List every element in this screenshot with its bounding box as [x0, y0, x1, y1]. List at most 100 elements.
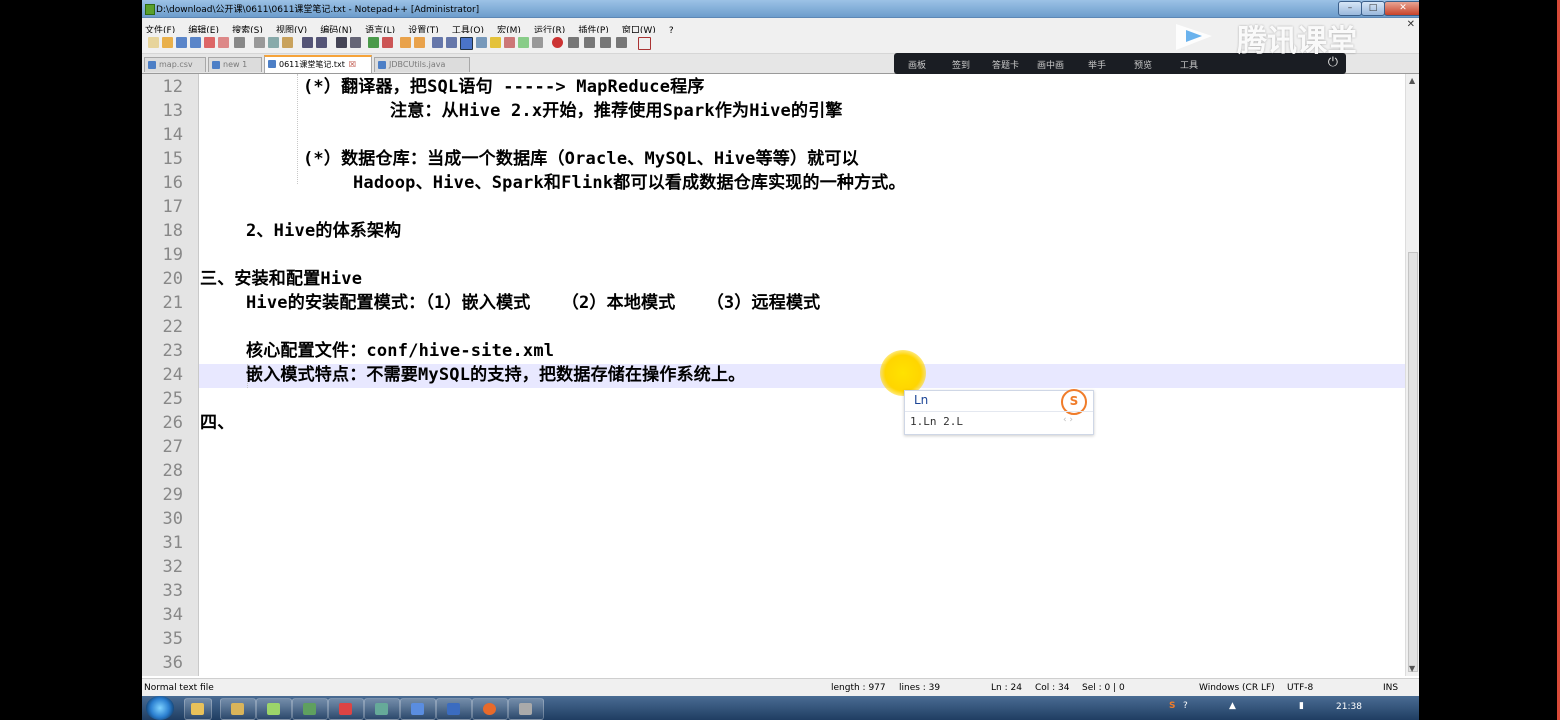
code-line: 注意：从Hive 2.x开始，推荐使用Spark作为Hive的引擎: [390, 101, 843, 121]
copy-icon[interactable]: [268, 37, 279, 48]
spell-check-icon[interactable]: [638, 37, 651, 50]
line-number: 30: [162, 509, 183, 529]
taskbar-explorer-icon[interactable]: [184, 698, 212, 720]
taskbar-app-red-icon[interactable]: [328, 698, 364, 720]
title-bar[interactable]: D:\download\公开课\0611\0611课堂笔记.txt - Note…: [142, 0, 1419, 18]
close-all-icon[interactable]: [218, 37, 229, 48]
close-button[interactable]: ✕: [1384, 1, 1419, 16]
code-line: (*）翻译器，把SQL语句 -----> MapReduce程序: [303, 77, 705, 97]
sync-vertical-icon[interactable]: [400, 37, 411, 48]
overlay-raise-hand[interactable]: 举手: [1088, 58, 1106, 71]
overlay-whiteboard[interactable]: 画板: [908, 58, 926, 71]
overlay-checkin[interactable]: 签到: [952, 58, 970, 71]
taskbar-network-icon[interactable]: [364, 698, 400, 720]
taskbar-app-blue-icon[interactable]: [436, 698, 472, 720]
network-tray-icon[interactable]: ▮: [1299, 701, 1304, 711]
code-line: 核心配置文件：conf/hive-site.xml: [246, 341, 555, 361]
status-insert-mode[interactable]: INS: [1383, 683, 1398, 693]
play-macro-icon[interactable]: [584, 37, 595, 48]
tab-new-1[interactable]: new 1: [208, 57, 262, 72]
doc-map-icon[interactable]: [490, 37, 501, 48]
status-eol[interactable]: Windows (CR LF): [1199, 683, 1275, 693]
zoom-out-icon[interactable]: [382, 37, 393, 48]
tab-0611-notes[interactable]: 0611课堂笔记.txt ☒: [264, 55, 372, 73]
status-bar: Normal text file length : 977 lines : 39…: [142, 678, 1419, 697]
status-column: Col : 34: [1035, 683, 1070, 693]
text-editor[interactable]: (*）翻译器，把SQL语句 -----> MapReduce程序 注意：从Hiv…: [199, 74, 1405, 676]
maximize-button[interactable]: □: [1361, 1, 1385, 16]
taskbar-terminal-icon[interactable]: [292, 698, 328, 720]
help-tray-icon[interactable]: ?: [1183, 701, 1188, 711]
line-number: 16: [162, 173, 183, 193]
taskbar-shield-icon[interactable]: [400, 698, 436, 720]
start-button-icon[interactable]: [146, 696, 174, 720]
close-file-icon[interactable]: [204, 37, 215, 48]
monitoring-icon[interactable]: [532, 37, 543, 48]
record-macro-icon[interactable]: [552, 37, 563, 48]
notepadpp-window: D:\download\公开课\0611\0611课堂笔记.txt - Note…: [142, 0, 1419, 720]
tab-close-icon[interactable]: ☒: [349, 60, 356, 69]
overlay-answer-card[interactable]: 答题卡: [992, 58, 1019, 71]
save-icon[interactable]: [176, 37, 187, 48]
notepadpp-app-icon: [145, 4, 155, 15]
line-number: 21: [162, 293, 183, 313]
line-number: 28: [162, 461, 183, 481]
run-macro-multiple-icon[interactable]: [600, 37, 611, 48]
tencent-classroom-logo-icon: [1176, 24, 1212, 50]
print-icon[interactable]: [234, 37, 245, 48]
overlay-preview[interactable]: 预览: [1134, 58, 1152, 71]
folder-workspace-icon[interactable]: [518, 37, 529, 48]
status-lines: lines : 39: [899, 683, 941, 693]
taskbar-app-gray-icon[interactable]: [508, 698, 544, 720]
vertical-scrollbar[interactable]: ▲ ▼: [1405, 74, 1419, 676]
status-filetype: Normal text file: [144, 683, 214, 693]
scroll-down-arrow-icon[interactable]: ▼: [1409, 664, 1415, 673]
overlay-picture-in-picture[interactable]: 画中画: [1037, 58, 1064, 71]
find-icon[interactable]: [336, 37, 347, 48]
indent-guide-icon[interactable]: [460, 37, 473, 50]
cut-icon[interactable]: [254, 37, 265, 48]
code-line: (*）数据仓库：当成一个数据库（Oracle、MySQL、Hive等等）就可以: [303, 149, 859, 169]
word-wrap-icon[interactable]: [432, 37, 443, 48]
tab-map-csv[interactable]: map.csv: [144, 57, 206, 72]
show-all-chars-icon[interactable]: [446, 37, 457, 48]
toolbar: [142, 33, 1419, 54]
redo-icon[interactable]: [316, 37, 327, 48]
tab-jdbcutils[interactable]: JDBCUtils.java: [374, 57, 470, 72]
line-number: 17: [162, 197, 183, 217]
close-document-icon[interactable]: ✕: [1407, 19, 1415, 30]
function-list-icon[interactable]: [504, 37, 515, 48]
replace-icon[interactable]: [350, 37, 361, 48]
save-macro-icon[interactable]: [616, 37, 627, 48]
ime-candidates[interactable]: 1.Ln 2.L: [910, 415, 963, 428]
new-file-icon[interactable]: [148, 37, 159, 48]
window-title: D:\download\公开课\0611\0611课堂笔记.txt - Note…: [156, 5, 480, 15]
sync-horizontal-icon[interactable]: [414, 37, 425, 48]
line-number: 19: [162, 245, 183, 265]
clock[interactable]: 21:38: [1336, 702, 1362, 712]
minimize-button[interactable]: –: [1338, 1, 1362, 16]
open-file-icon[interactable]: [162, 37, 173, 48]
line-number: 31: [162, 533, 183, 553]
scroll-up-arrow-icon[interactable]: ▲: [1409, 76, 1415, 85]
overlay-tools[interactable]: 工具: [1180, 58, 1198, 71]
user-language-icon[interactable]: [476, 37, 487, 48]
paste-icon[interactable]: [282, 37, 293, 48]
menu-bar: 文件(F) 编辑(E) 搜索(S) 视图(V) 编码(N) 语言(L) 设置(T…: [142, 18, 1419, 36]
ime-page-arrows-icon[interactable]: ‹ ›: [1063, 415, 1073, 425]
zoom-in-icon[interactable]: [368, 37, 379, 48]
code-line: 2、Hive的体系架构: [246, 221, 402, 241]
save-all-icon[interactable]: [190, 37, 201, 48]
scrollbar-thumb[interactable]: [1408, 252, 1418, 672]
code-line: 嵌入模式特点：不需要MySQL的支持，把数据存储在操作系统上。: [246, 365, 746, 385]
line-number: 33: [162, 581, 183, 601]
sogou-tray-icon[interactable]: S: [1169, 701, 1175, 711]
line-number-gutter: 12 13 14 15 16 17 18 19 20 21 22 23 24 2…: [142, 74, 199, 676]
volume-tray-icon[interactable]: ▲: [1229, 701, 1236, 711]
taskbar-folder-icon[interactable]: [220, 698, 256, 720]
taskbar-firefox-icon[interactable]: [472, 698, 508, 720]
status-encoding[interactable]: UTF-8: [1287, 683, 1313, 693]
undo-icon[interactable]: [302, 37, 313, 48]
stop-macro-icon[interactable]: [568, 37, 579, 48]
taskbar-notepadpp-icon[interactable]: [256, 698, 292, 720]
